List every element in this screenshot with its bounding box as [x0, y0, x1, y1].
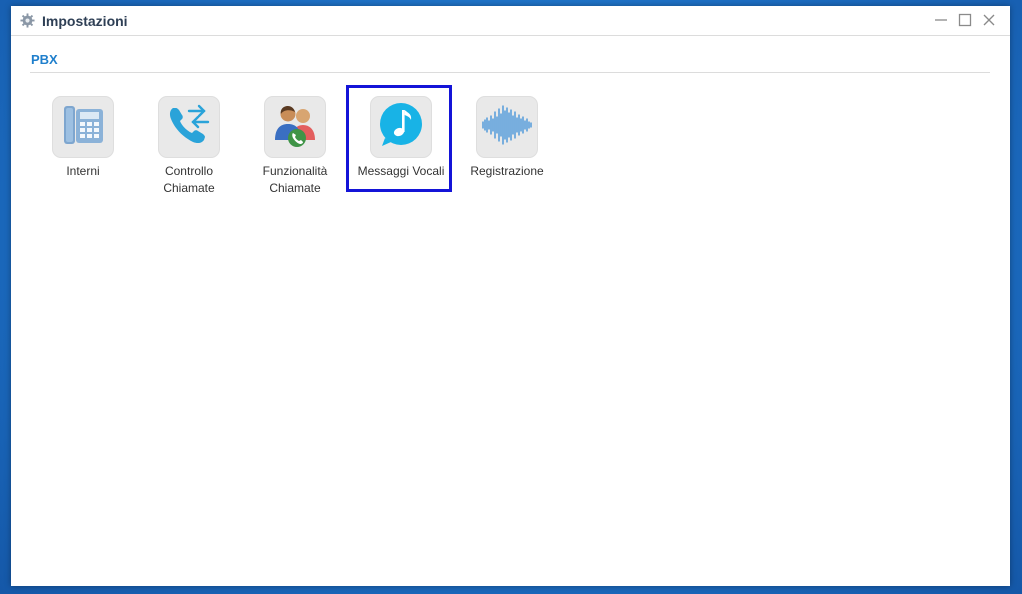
window-controls	[934, 13, 996, 27]
users-phone-icon	[270, 100, 320, 155]
app-tile	[158, 96, 220, 158]
minimize-icon[interactable]	[934, 13, 948, 27]
app-interni[interactable]: Interni	[30, 96, 136, 197]
app-tile	[370, 96, 432, 158]
app-label: Messaggi Vocali	[357, 164, 445, 178]
close-icon[interactable]	[982, 13, 996, 27]
section-divider	[30, 72, 990, 73]
app-tile	[476, 96, 538, 158]
app-label: Registrazione	[470, 164, 544, 178]
maximize-icon[interactable]	[958, 13, 972, 27]
app-label: Funzionalità Chiamate	[262, 164, 328, 195]
app-grid: Interni Controllo Chiamate Funzionalità …	[30, 85, 991, 197]
desk-phone-icon	[58, 100, 108, 155]
section-title: PBX	[31, 52, 58, 67]
app-label: Controllo Chiamate	[163, 164, 215, 195]
app-registrazione[interactable]: Registrazione	[454, 96, 560, 197]
app-messaggi-vocali[interactable]: Messaggi Vocali	[346, 85, 454, 197]
music-note-icon	[376, 100, 426, 155]
app-tile	[52, 96, 114, 158]
call-transfer-icon	[164, 100, 214, 155]
app-controllo-chiamate[interactable]: Controllo Chiamate	[136, 96, 242, 197]
app-tile	[264, 96, 326, 158]
app-funzionalita-chiamate[interactable]: Funzionalità Chiamate	[242, 96, 348, 197]
window-title: Impostazioni	[42, 12, 128, 29]
sound-wave-icon	[480, 100, 534, 155]
gear-icon	[20, 13, 35, 28]
window-content: PBX Interni Controllo Chiamate Funzional…	[11, 36, 1010, 197]
app-label: Interni	[66, 164, 100, 178]
settings-window: Impostazioni PBX Interni Controllo Chiam…	[11, 6, 1010, 586]
title-bar[interactable]: Impostazioni	[11, 6, 1010, 36]
